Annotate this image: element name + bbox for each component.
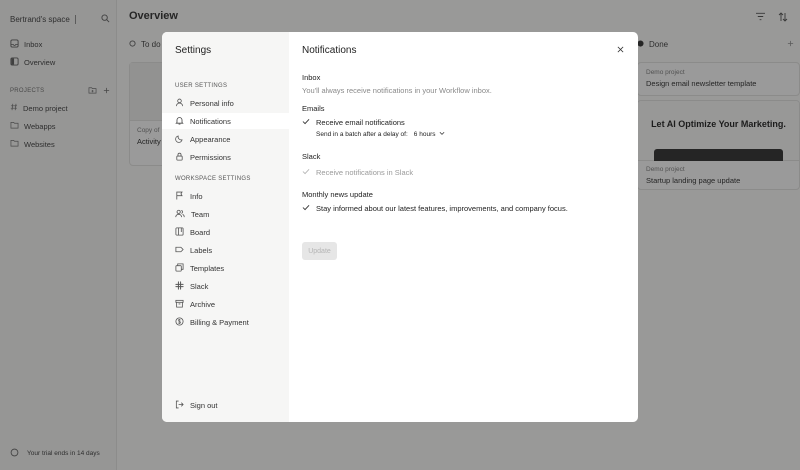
news-section-label: Monthly news update [302, 190, 373, 199]
settings-item-board[interactable]: Board [162, 224, 289, 240]
moon-icon [175, 134, 184, 145]
settings-item-label: Templates [190, 263, 225, 273]
settings-title: Settings [175, 45, 212, 56]
settings-item-team[interactable]: Team [162, 206, 289, 222]
settings-sidebar: Settings USER SETTINGS Personal info Not… [162, 32, 289, 422]
settings-item-label: Archive [190, 299, 216, 309]
settings-item-personal-info[interactable]: Personal info [162, 95, 289, 111]
delay-value: 6 hours [413, 131, 436, 138]
inbox-section-desc: You'll always receive notifications in y… [302, 86, 492, 95]
settings-item-label: Personal info [190, 98, 234, 108]
workspace-settings-header: WORKSPACE SETTINGS [175, 176, 251, 182]
settings-item-label: Permissions [190, 152, 231, 162]
settings-item-labels[interactable]: Labels [162, 242, 289, 258]
settings-item-notifications[interactable]: Notifications [162, 113, 289, 129]
settings-item-label: Labels [190, 245, 213, 255]
bell-icon [175, 116, 184, 127]
delay-select[interactable]: 6 hours [414, 131, 446, 138]
billing-icon [175, 316, 184, 328]
settings-modal: Settings USER SETTINGS Personal info Not… [162, 32, 638, 422]
email-delay-row: Send in a batch after a delay of: 6 hour… [316, 131, 445, 138]
settings-item-label: Notifications [190, 116, 231, 126]
team-icon [175, 209, 185, 220]
settings-item-permissions[interactable]: Permissions [162, 149, 289, 165]
checkbox-label: Receive notifications in Slack [316, 168, 414, 177]
checkbox-label: Stay informed about our latest features,… [316, 204, 568, 213]
chevron-down-icon [439, 131, 445, 138]
sign-out-label: Sign out [190, 400, 218, 410]
inbox-section-label: Inbox [302, 73, 321, 82]
slack-icon [175, 280, 184, 292]
user-settings-header: USER SETTINGS [175, 83, 228, 89]
settings-item-label: Appearance [190, 134, 231, 144]
news-update-checkbox[interactable]: Stay informed about our latest features,… [302, 204, 568, 213]
checkbox-label: Receive email notifications [316, 118, 405, 127]
settings-item-appearance[interactable]: Appearance [162, 131, 289, 147]
email-notifications-checkbox[interactable]: Receive email notifications [302, 118, 405, 127]
settings-item-info[interactable]: Info [162, 188, 289, 204]
settings-item-label: Team [191, 209, 210, 219]
settings-item-archive[interactable]: Archive [162, 296, 289, 312]
user-icon [175, 98, 184, 109]
settings-item-billing[interactable]: Billing & Payment [162, 314, 289, 330]
check-icon [302, 204, 310, 213]
slack-notifications-checkbox[interactable]: Receive notifications in Slack [302, 168, 413, 177]
check-icon [302, 118, 310, 127]
board-icon [175, 226, 184, 238]
update-button[interactable]: Update [302, 242, 337, 260]
settings-item-label: Board [190, 227, 211, 237]
lock-icon [175, 152, 184, 163]
delay-label: Send in a batch after a delay of: [316, 131, 408, 138]
panel-title: Notifications [302, 45, 357, 56]
close-icon[interactable] [615, 44, 625, 54]
check-icon [302, 168, 310, 177]
slack-section-label: Slack [302, 152, 321, 161]
settings-item-slack[interactable]: Slack [162, 278, 289, 294]
notifications-panel: Notifications Inbox You'll always receiv… [289, 32, 638, 422]
sign-out-button[interactable]: Sign out [162, 397, 289, 413]
archive-icon [175, 299, 184, 310]
emails-section-label: Emails [302, 104, 325, 113]
sign-out-icon [175, 400, 184, 411]
templates-icon [175, 262, 184, 274]
flag-icon [175, 191, 184, 202]
settings-item-label: Info [190, 191, 203, 201]
settings-item-label: Slack [190, 281, 209, 291]
settings-item-label: Billing & Payment [190, 317, 249, 327]
label-icon [175, 245, 184, 256]
settings-item-templates[interactable]: Templates [162, 260, 289, 276]
